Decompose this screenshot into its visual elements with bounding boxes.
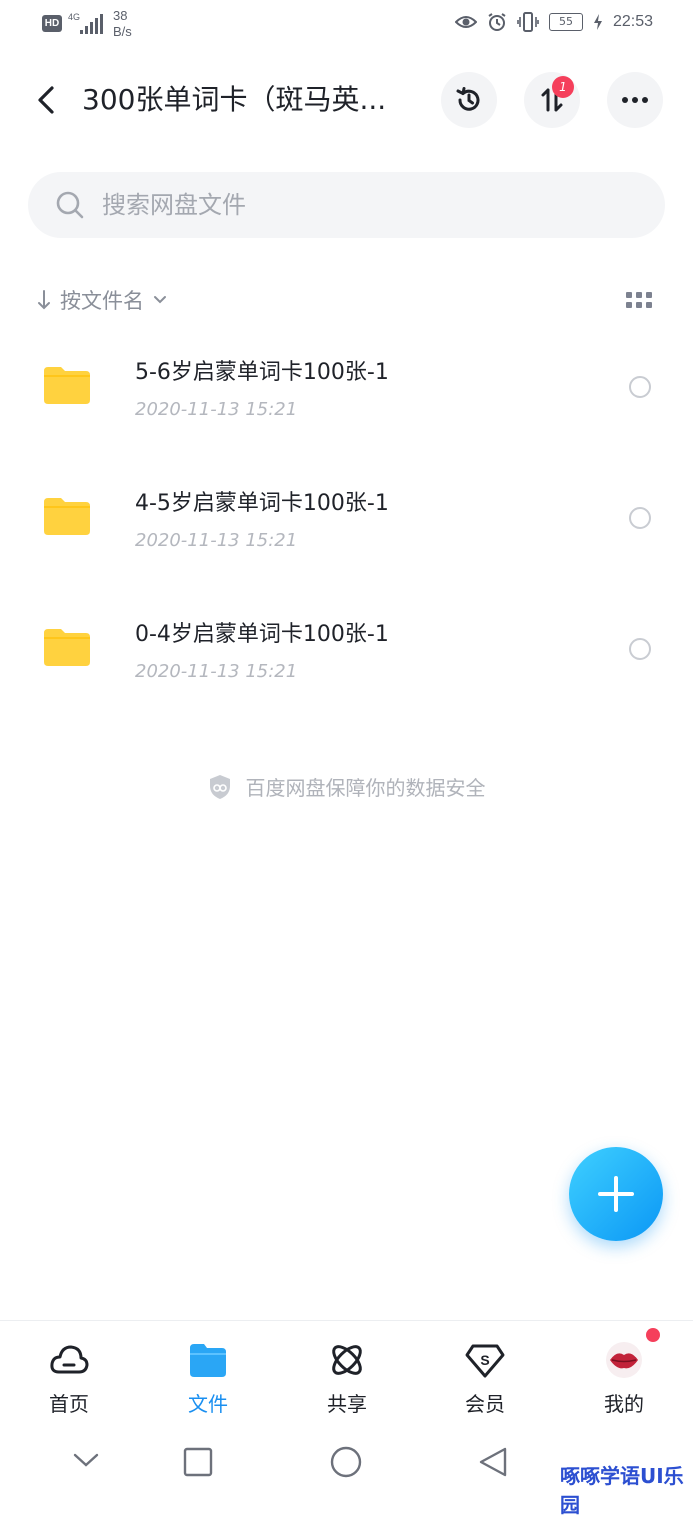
nav-files[interactable]: 文件 [148,1340,268,1420]
history-button[interactable] [441,72,497,128]
battery-icon: 55 [548,13,583,31]
network-type: 4G [68,12,81,22]
file-row[interactable]: 0-4岁启蒙单词卡100张-1 2020-11-13 15:21 [0,582,693,712]
file-row[interactable]: 4-5岁启蒙单词卡100张-1 2020-11-13 15:21 [0,452,693,582]
folder-icon [44,498,90,535]
more-button[interactable] [607,72,663,128]
nav-label: 文件 [188,1392,228,1416]
vibrate-icon [517,12,539,32]
page-title: 300张单词卡（斑马英... [82,83,387,116]
grid-view-button[interactable] [626,292,652,308]
charging-icon [593,14,602,30]
search-icon [56,191,84,219]
shield-icon [209,774,230,799]
hd-indicator: HD [42,15,62,32]
alarm-icon [488,13,506,31]
folder-icon [44,629,90,666]
chevron-left-icon [38,86,54,114]
security-note: 百度网盘保障你的数据安全 [0,772,693,801]
status-right: 55 22:53 [454,12,653,32]
sort-control[interactable]: 按文件名 [36,284,168,316]
select-radio[interactable] [629,376,651,398]
chevron-down-icon [154,296,166,304]
cloud-icon [50,1345,89,1374]
file-date: 2020-11-13 15:21 [135,530,298,551]
folder-icon [44,367,90,404]
hide-keyboard-icon[interactable] [72,1450,100,1470]
history-icon [456,87,480,111]
notification-dot [646,1328,660,1342]
nav-home[interactable]: 首页 [9,1340,129,1420]
file-name: 5-6岁启蒙单词卡100张-1 [135,360,389,385]
nav-label: 共享 [327,1392,367,1416]
home-circle-icon[interactable] [330,1446,362,1478]
network-speed: 38 B/s [113,8,132,39]
add-button[interactable] [569,1147,663,1241]
more-icon [622,97,648,103]
nav-share[interactable]: 共享 [287,1340,407,1420]
share-orbit-icon [332,1345,362,1375]
back-button[interactable] [30,82,66,118]
watermark: 啄啄学语UI乐园 [560,1464,684,1517]
file-name: 0-4岁启蒙单词卡100张-1 [135,622,389,647]
file-name: 4-5岁启蒙单词卡100张-1 [135,491,389,516]
avatar-icon [606,1342,642,1378]
recents-icon[interactable] [183,1447,213,1477]
nav-vip[interactable]: S 会员 [425,1340,545,1420]
transfer-badge: 1 [552,76,574,98]
eye-icon [454,16,477,28]
nav-label: 首页 [49,1392,89,1416]
grid-icon [626,292,632,298]
back-triangle-icon[interactable] [478,1446,508,1478]
nav-profile[interactable]: 我的 [564,1340,684,1420]
folder-icon [190,1344,226,1377]
clock: 22:53 [612,13,653,30]
search-input[interactable] [102,186,622,224]
arrow-down-icon [38,290,50,310]
file-row[interactable]: 5-6岁启蒙单词卡100张-1 2020-11-13 15:21 [0,321,693,451]
select-radio[interactable] [629,638,651,660]
file-date: 2020-11-13 15:21 [135,661,298,682]
svg-text:S: S [480,1352,489,1368]
select-radio[interactable] [629,507,651,529]
status-bar: HD 4G 38 B/s 55 22:53 [0,0,693,50]
nav-label: 会员 [465,1392,505,1416]
vip-shield-icon: S [465,1344,505,1378]
file-date: 2020-11-13 15:21 [135,399,298,420]
plus-icon [598,1176,634,1212]
signal-icon [80,14,103,34]
security-text: 百度网盘保障你的数据安全 [245,776,486,800]
sort-label: 按文件名 [60,289,144,313]
nav-label: 我的 [604,1392,644,1416]
